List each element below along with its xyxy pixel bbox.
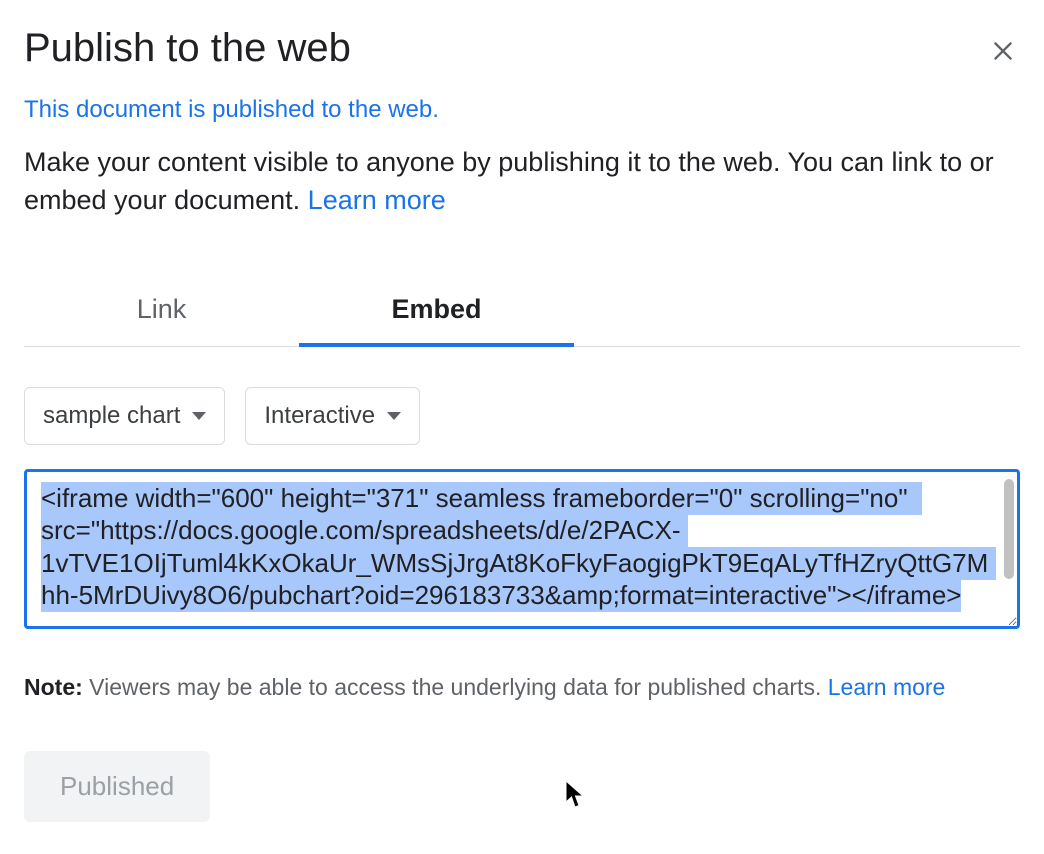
tab-embed[interactable]: Embed <box>299 280 574 347</box>
tab-link[interactable]: Link <box>24 280 299 347</box>
dialog-title: Publish to the web <box>24 24 351 72</box>
mode-select-value: Interactive <box>264 402 375 430</box>
dialog-header: Publish to the web <box>24 24 1020 96</box>
publish-status-link[interactable]: This document is published to the web. <box>24 96 439 124</box>
embed-code-container <box>24 469 1020 634</box>
caret-down-icon <box>387 412 401 420</box>
publish-dialog: Publish to the web This document is publ… <box>0 0 1044 846</box>
scrollbar-thumb[interactable] <box>1004 479 1014 579</box>
chart-select-dropdown[interactable]: sample chart <box>24 387 225 445</box>
caret-down-icon <box>192 412 206 420</box>
note-text: Viewers may be able to access the underl… <box>83 674 828 700</box>
dialog-description: Make your content visible to anyone by p… <box>24 144 1020 220</box>
note-label: Note: <box>24 674 83 700</box>
tab-bar: Link Embed <box>24 280 1020 347</box>
embed-code-textarea[interactable] <box>24 469 1020 629</box>
close-icon <box>990 38 1016 64</box>
note-learn-more-link[interactable]: Learn more <box>828 674 946 700</box>
learn-more-link[interactable]: Learn more <box>308 185 446 215</box>
note-row: Note: Viewers may be able to access the … <box>24 674 1020 701</box>
mode-select-dropdown[interactable]: Interactive <box>245 387 420 445</box>
published-button[interactable]: Published <box>24 751 210 822</box>
description-text: Make your content visible to anyone by p… <box>24 147 994 215</box>
chart-select-value: sample chart <box>43 402 180 430</box>
embed-controls: sample chart Interactive <box>24 387 1020 445</box>
close-button[interactable] <box>982 30 1024 72</box>
